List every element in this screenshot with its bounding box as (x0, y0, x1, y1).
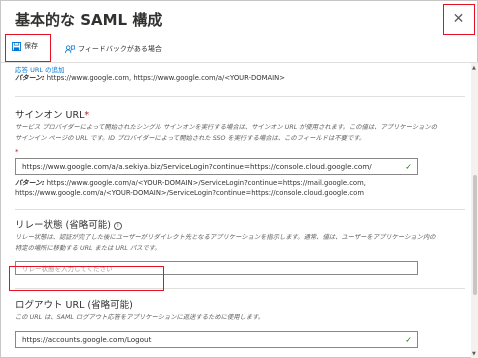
save-label: 保存 (24, 42, 38, 50)
relay-state-description-1: リレー状態は、認証が完了した後にユーザーがリダイレクト先となるアプリケーションを… (15, 234, 436, 241)
close-highlight-box: ✕ (443, 4, 475, 35)
logout-url-description: この URL は、SAML ログアウト応答をアプリケーションに返送するために使用… (15, 314, 265, 321)
reply-url-pattern-text: https://www.google.com, https://www.goog… (44, 74, 285, 82)
relay-state-description-2: 特定の場所に移動する URL または URL パスです。 (15, 245, 161, 252)
add-reply-url-link[interactable]: 応答 URL の追加 (15, 64, 65, 74)
section-divider (15, 209, 465, 210)
section-divider (15, 96, 465, 97)
feedback-button[interactable]: フィードバックがある場合 (65, 44, 162, 54)
saml-config-panel: 基本的な SAML 構成 ✕ 保存 フィードバックがある場合 応答 URL の追… (0, 0, 478, 358)
logout-url-input[interactable]: https://accounts.google.com/Logout ✓ (15, 331, 418, 348)
save-highlight-box: 保存 (5, 34, 51, 62)
sign-on-url-pattern-text-1: https://www.google.com/a/<YOUR-DOMAIN>/S… (44, 179, 366, 187)
info-icon[interactable]: i (113, 222, 122, 230)
reply-url-pattern: パターン: https://www.google.com, https://ww… (15, 74, 285, 84)
logout-url-label: ログアウト URL (省略可能) (15, 300, 133, 311)
check-icon: ✓ (405, 335, 412, 344)
logout-highlight-box (9, 266, 164, 291)
scroll-down-icon[interactable]: ▼ (472, 351, 476, 357)
logout-url-value: https://accounts.google.com/Logout (22, 335, 152, 344)
sign-on-url-value: https://www.google.com/a/a.sekiya.biz/Se… (22, 162, 372, 171)
sign-on-url-pattern-2: https://www.google.com/a/<YOUR-DOMAIN>/S… (15, 189, 364, 197)
close-icon: ✕ (452, 11, 465, 27)
sign-on-url-pattern-1: パターン: https://www.google.com/a/<YOUR-DOM… (15, 179, 366, 189)
sign-on-url-label-text: サインオン URL (15, 110, 85, 121)
save-button[interactable]: 保存 (12, 41, 38, 51)
field-required-marker: * (15, 148, 19, 156)
close-button[interactable]: ✕ (444, 5, 473, 33)
sign-on-url-input[interactable]: https://www.google.com/a/a.sekiya.biz/Se… (15, 158, 418, 175)
scrollbar[interactable]: ▲ ▼ (471, 63, 478, 358)
relay-state-label: リレー状態 (省略可能) i (15, 217, 122, 231)
sign-on-url-description-2: サインイン ページの URL です。ID プロバイダーによって開始された SSO… (15, 135, 366, 142)
save-icon (12, 41, 21, 51)
form-content: 応答 URL の追加 パターン: https://www.google.com,… (1, 63, 471, 358)
feedback-label: フィードバックがある場合 (78, 45, 162, 53)
scroll-up-icon[interactable]: ▲ (472, 65, 476, 71)
check-icon: ✓ (405, 162, 412, 171)
relay-state-label-text: リレー状態 (省略可能) (15, 220, 111, 231)
sign-on-url-label: サインオン URL* (15, 107, 89, 121)
sign-on-url-description-1: サービス プロバイダーによって開始されたシングル サインオンを実行する場合は、サ… (15, 124, 437, 131)
reply-url-pattern-label: パターン: (15, 74, 45, 82)
feedback-icon (65, 44, 75, 53)
required-marker: * (84, 110, 90, 121)
scrollbar-thumb[interactable] (473, 175, 477, 295)
page-title: 基本的な SAML 構成 (15, 11, 163, 29)
sign-on-url-pattern-label: パターン: (15, 179, 45, 187)
